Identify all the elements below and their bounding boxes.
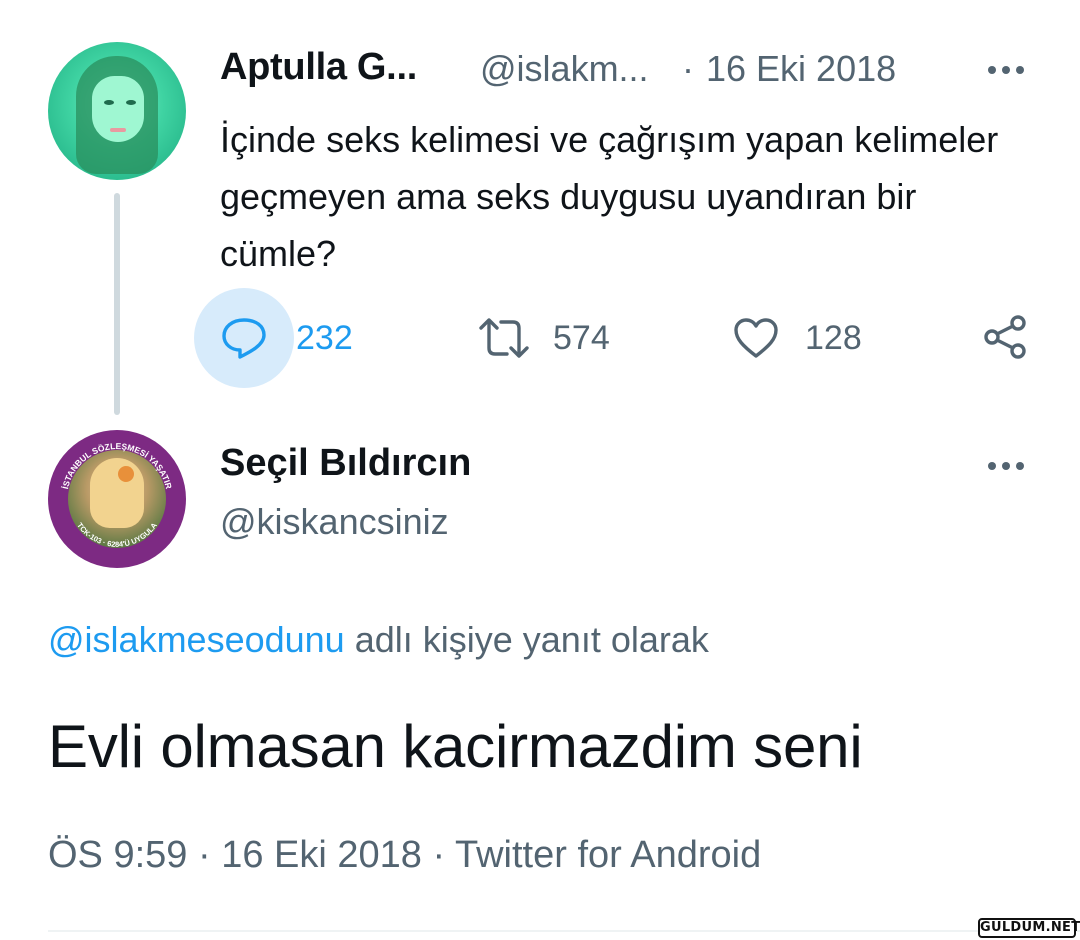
reply-author-handle[interactable]: @kiskancsiniz	[220, 501, 449, 543]
watermark-logo: GULDUM.NET	[978, 918, 1080, 938]
avatar-mouth	[110, 128, 126, 132]
retweet-icon[interactable]	[477, 316, 531, 360]
avatar-eye	[104, 100, 114, 105]
reply-author-name[interactable]: Seçil Bıldırcın	[220, 442, 471, 485]
avatar-face	[92, 76, 144, 142]
reply-author-avatar[interactable]: İSTANBUL SÖZLEŞMESİ YAŞATIR TCK-103 · 62…	[48, 430, 186, 568]
reply-tweet-meta[interactable]: ÖS 9:59 · 16 Eki 2018 · Twitter for Andr…	[48, 834, 761, 877]
separator-dot: ·	[682, 48, 694, 89]
replying-to-mention-link[interactable]: @islakmeseodunu	[48, 619, 345, 660]
svg-text:TCK-103 · 6284'Ü UYGULA: TCK-103 · 6284'Ü UYGULA	[75, 520, 159, 548]
more-horizontal-icon[interactable]	[982, 448, 1030, 484]
avatar-ring-text: İSTANBUL SÖZLEŞMESİ YAŞATIR TCK-103 · 62…	[60, 441, 174, 549]
parent-author-handle[interactable]: @islakm...	[480, 48, 649, 90]
like-icon[interactable]	[733, 316, 779, 360]
divider	[48, 930, 1080, 932]
reply-tweet-text: Evli olmasan kacirmazdim seni	[48, 713, 863, 780]
parent-tweet-date[interactable]: 16 Eki 2018	[706, 48, 896, 90]
parent-author-avatar[interactable]	[48, 42, 186, 180]
reply-icon[interactable]	[220, 316, 268, 360]
avatar-eye	[126, 100, 136, 105]
replying-to-line: @islakmeseodunu adlı kişiye yanıt olarak	[48, 619, 709, 661]
more-horizontal-icon[interactable]	[982, 52, 1030, 88]
thread-connector-line	[114, 193, 120, 415]
retweet-count: 574	[553, 319, 610, 357]
like-count: 128	[805, 319, 862, 357]
share-icon[interactable]	[982, 314, 1030, 360]
svg-text:İSTANBUL SÖZLEŞMESİ YAŞATIR: İSTANBUL SÖZLEŞMESİ YAŞATIR	[60, 441, 174, 490]
parent-author-name[interactable]: Aptulla G...	[220, 46, 417, 89]
reply-count: 232	[296, 319, 353, 357]
parent-tweet-text: İçinde seks kelimesi ve çağrışım yapan k…	[220, 119, 999, 274]
replying-to-suffix: adlı kişiye yanıt olarak	[354, 619, 709, 660]
